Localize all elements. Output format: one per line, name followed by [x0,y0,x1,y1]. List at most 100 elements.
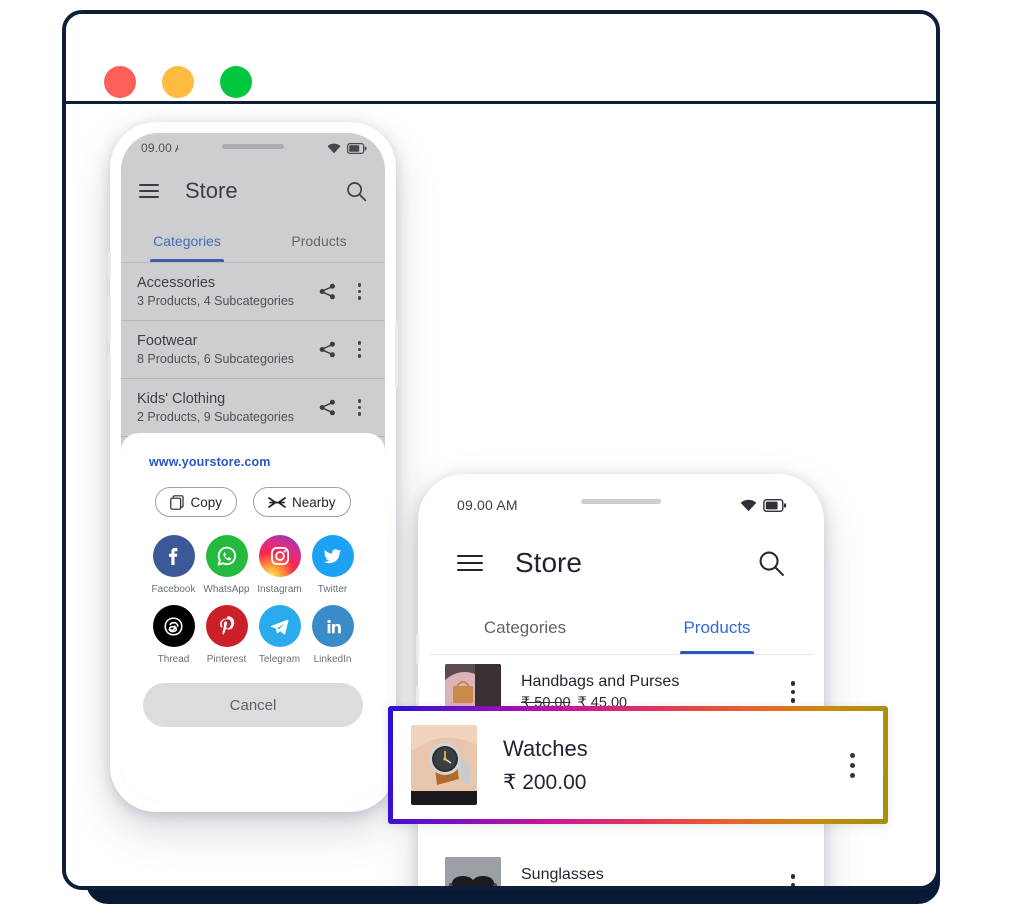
cancel-button[interactable]: Cancel [143,683,363,727]
kebab-menu-icon[interactable] [787,872,800,886]
price-discounted: ₹ 90.00 [586,888,636,890]
phone-notch [178,133,328,163]
table-row[interactable]: Accessories 3 Products, 4 Subcategories [121,263,385,321]
kebab-menu-icon[interactable] [850,752,867,778]
share-bottom-sheet: www.yourstore.com Copy Nearby Facebook W… [121,433,385,801]
facebook-icon [152,535,195,577]
share-target-twitter[interactable]: Twitter [306,535,359,595]
share-targets-grid: Facebook WhatsApp Instagram Twitter Thre… [121,517,385,671]
category-title: Footwear [137,333,198,349]
copy-label: Copy [190,494,222,510]
back-phone-device: 09.00 AM Store Categories Products Acces… [108,122,398,812]
notch-speaker [581,499,661,504]
tab-products[interactable]: Products [253,219,385,262]
kebab-menu-icon[interactable] [354,339,366,360]
page-title: Store [185,178,238,203]
share-target-label: Pinterest [206,654,247,665]
minimize-button[interactable] [162,66,194,98]
wifi-icon [327,143,341,154]
back-phone-tabs: Categories Products [121,219,385,263]
hamburger-icon[interactable] [457,555,483,571]
tab-products[interactable]: Products [621,601,813,654]
share-target-label: WhatsApp [203,584,250,595]
phone-mute-switch[interactable] [108,252,111,278]
share-target-facebook[interactable]: Facebook [147,535,200,595]
share-target-label: Facebook [151,584,196,595]
share-icon[interactable] [319,341,336,358]
table-row[interactable]: Kids' Clothing 2 Products, 9 Subcategori… [121,379,385,437]
table-row[interactable]: Footwear 8 Products, 6 Subcategories [121,321,385,379]
share-target-label: LinkedIn [313,654,352,665]
share-target-pinterest[interactable]: Pinterest [200,605,253,665]
search-icon[interactable] [346,181,367,202]
kebab-menu-icon[interactable] [354,281,366,302]
back-phone-screen: 09.00 AM Store Categories Products Acces… [121,133,385,801]
notch-speaker [222,144,284,149]
phone-volume-down-button[interactable] [108,354,111,400]
window-controls [104,66,252,98]
page-title: Store [515,547,582,578]
share-icon[interactable] [319,283,336,300]
copy-button[interactable]: Copy [155,487,237,517]
twitter-icon [311,535,354,577]
instagram-icon [258,535,301,577]
phone-power-button[interactable] [395,322,398,388]
product-thumbnail [445,857,501,886]
share-target-label: Instagram [257,584,302,595]
pinterest-icon [205,605,248,647]
share-url[interactable]: www.yourstore.com [121,455,385,469]
search-icon[interactable] [758,550,785,577]
battery-icon [347,142,367,154]
category-title: Accessories [137,275,216,291]
close-button[interactable] [104,66,136,98]
share-target-label: Telegram [258,654,301,665]
share-target-instagram[interactable]: Instagram [253,535,306,595]
screenshot-stage: 09.00 AM Store Categories Products Acces… [0,0,1026,914]
category-subtitle: 8 Products, 6 Subcategories [137,352,295,366]
highlighted-product-card[interactable]: Watches ₹ 200.00 [388,706,888,824]
share-target-label: Twitter [317,584,348,595]
telegram-icon [258,605,301,647]
wifi-icon [740,499,757,512]
share-quick-actions: Copy Nearby [121,487,385,517]
linkedin-icon [311,605,354,647]
browser-titlebar [66,14,936,104]
product-price: ₹ 100.00 ₹ 90.00 [521,888,787,890]
share-target-telegram[interactable]: Telegram [253,605,306,665]
phone-notch [521,485,721,523]
share-icon[interactable] [319,399,336,416]
front-phone-device: 09.00 AM Store Categories Products Handb… [416,474,826,890]
share-target-label: Thread [157,654,190,665]
hamburger-icon[interactable] [139,184,159,198]
copy-icon [170,494,185,510]
highlighted-product-name: Watches [503,735,588,761]
nearby-label: Nearby [291,494,336,510]
front-phone-screen: 09.00 AM Store Categories Products Handb… [429,485,813,890]
phone-volume-up-button[interactable] [108,296,111,342]
tab-categories[interactable]: Categories [429,601,621,654]
category-title: Kids' Clothing [137,391,226,407]
front-phone-appbar: Store [429,525,813,601]
kebab-menu-icon[interactable] [354,397,366,418]
nearby-share-button[interactable]: Nearby [252,487,351,517]
price-original: ₹ 100.00 [521,888,579,890]
kebab-menu-icon[interactable] [787,679,800,705]
tab-categories[interactable]: Categories [121,219,253,262]
front-phone-tabs: Categories Products [429,601,813,655]
table-row[interactable]: Sunglasses ₹ 100.00 ₹ 90.00 [429,848,813,890]
threads-icon [152,605,195,647]
battery-icon [763,498,787,512]
whatsapp-icon [205,535,248,577]
product-name: Handbags and Purses [521,673,680,690]
phone-mute-switch[interactable] [416,634,419,664]
share-target-linkedin[interactable]: LinkedIn [306,605,359,665]
product-name: Sunglasses [521,866,604,883]
watch-photo [411,725,477,805]
category-subtitle: 3 Products, 4 Subcategories [137,294,295,308]
share-target-whatsapp[interactable]: WhatsApp [200,535,253,595]
nearby-share-icon [268,496,286,509]
maximize-button[interactable] [220,66,252,98]
share-target-thread[interactable]: Thread [147,605,200,665]
back-phone-appbar: Store [121,163,385,219]
status-time: 09.00 AM [457,497,518,513]
